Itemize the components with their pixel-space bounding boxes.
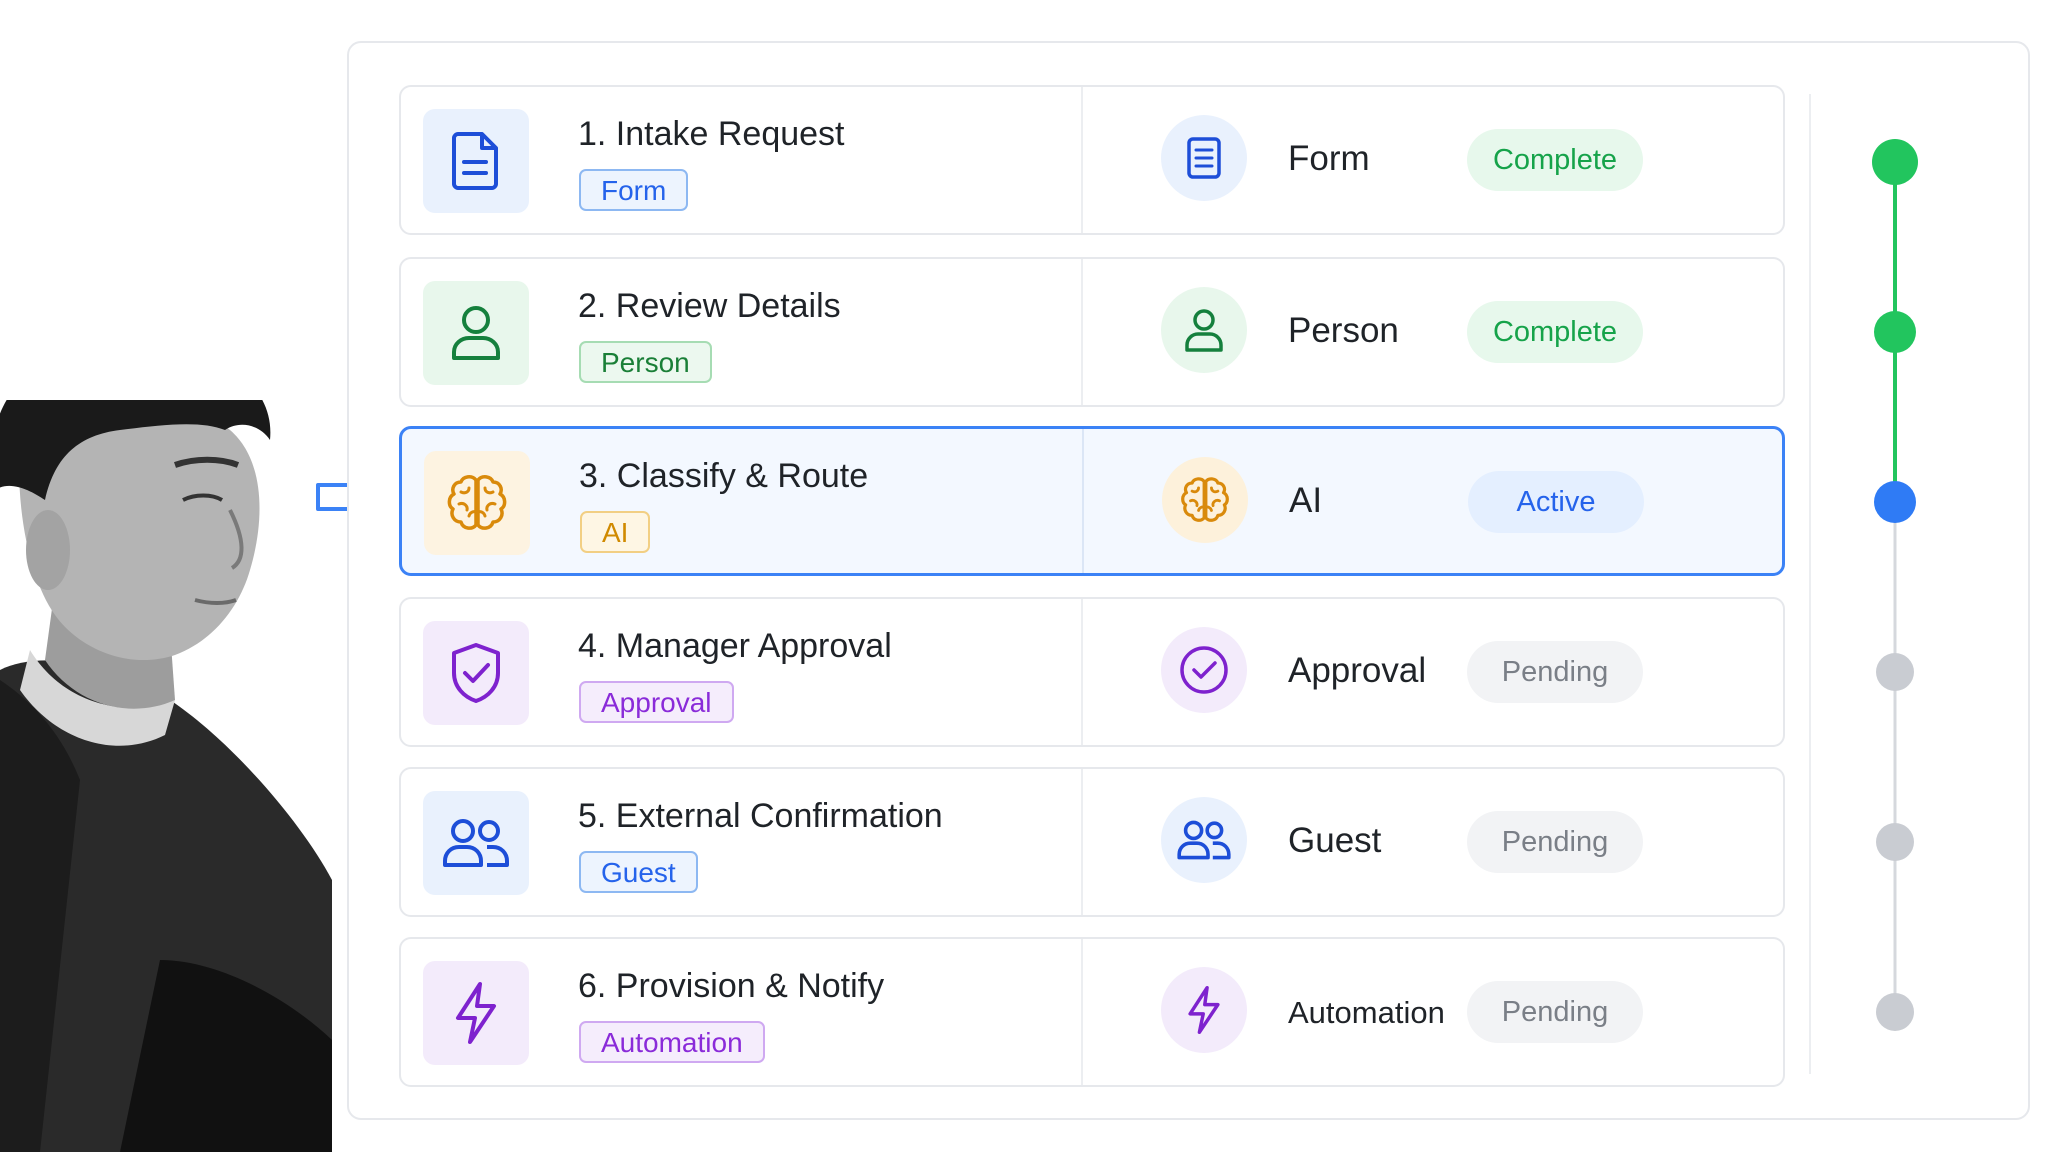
timeline-node-active (1874, 481, 1916, 523)
status-badge: Complete (1467, 301, 1643, 363)
shield-check-icon (452, 643, 500, 703)
type-icon-circle (1161, 627, 1247, 713)
type-chip: Person (579, 341, 712, 383)
users-icon (443, 819, 509, 867)
card-divider (1081, 87, 1083, 233)
step-icon-tile (423, 961, 529, 1065)
step-icon-tile (423, 791, 529, 895)
type-chip: Automation (579, 1021, 765, 1063)
person-icon (452, 306, 500, 360)
step-icon-tile (423, 109, 529, 213)
card-divider (1081, 939, 1083, 1085)
users-icon (1177, 820, 1231, 860)
step-icon-tile (424, 451, 530, 555)
step-icon-tile (423, 281, 529, 385)
type-chip: Approval (579, 681, 734, 723)
lightning-icon (1188, 985, 1220, 1035)
type-icon-circle (1162, 457, 1248, 543)
type-label: AI (1289, 481, 1323, 520)
type-icon-circle (1161, 115, 1247, 201)
step-title: 4. Manager Approval (578, 627, 892, 665)
step-card-review-details[interactable]: 2. Review Details Person Person Complete (399, 257, 1785, 407)
status-badge: Active (1468, 471, 1644, 533)
lightning-icon (456, 982, 496, 1044)
brain-icon (447, 475, 507, 530)
status-badge: Complete (1467, 129, 1643, 191)
document-icon (452, 132, 498, 190)
card-divider (1081, 259, 1083, 405)
step-card-provision-notify[interactable]: 6. Provision & Notify Automation Automat… (399, 937, 1785, 1087)
status-badge: Pending (1467, 641, 1643, 703)
type-chip: Form (579, 169, 689, 211)
check-circle-icon (1180, 646, 1228, 694)
card-divider (1081, 599, 1083, 745)
card-divider (1081, 769, 1083, 915)
brain-icon (1181, 477, 1229, 522)
timeline-node-pending (1876, 653, 1914, 691)
step-card-external-confirmation[interactable]: 5. External Confirmation Guest Guest Pen… (399, 767, 1785, 917)
form-icon (1187, 137, 1221, 179)
type-chip: AI (580, 511, 651, 553)
step-title: 1. Intake Request (578, 115, 845, 153)
step-card-intake-request[interactable]: 1. Intake Request Form Form Complete (399, 85, 1785, 235)
timeline-node-pending (1876, 993, 1914, 1031)
person-icon (1185, 309, 1223, 352)
step-title: 2. Review Details (578, 287, 841, 325)
status-badge: Pending (1467, 811, 1643, 873)
type-label: Form (1288, 139, 1370, 178)
step-title: 6. Provision & Notify (578, 967, 885, 1005)
type-label: Automation (1288, 995, 1445, 1030)
status-badge: Pending (1467, 981, 1643, 1043)
step-card-classify-route[interactable]: 3. Classify & Route AI AI Active (399, 426, 1785, 576)
timeline-node-complete (1872, 139, 1918, 185)
card-divider (1082, 429, 1084, 573)
person-photo (0, 400, 332, 1152)
type-icon-circle (1161, 797, 1247, 883)
type-label: Person (1288, 311, 1399, 350)
timeline-divider (1809, 94, 1811, 1074)
step-title: 3. Classify & Route (579, 457, 869, 495)
timeline-track (1872, 139, 1918, 1031)
type-icon-circle (1161, 287, 1247, 373)
type-label: Guest (1288, 821, 1382, 860)
step-title: 5. External Confirmation (578, 797, 943, 835)
step-icon-tile (423, 621, 529, 725)
type-icon-circle (1161, 967, 1247, 1053)
type-chip: Guest (579, 851, 698, 893)
timeline-node-complete (1874, 311, 1916, 353)
progress-timeline (1860, 120, 1930, 1040)
timeline-node-pending (1876, 823, 1914, 861)
type-label: Approval (1288, 651, 1427, 690)
step-card-manager-approval[interactable]: 4. Manager Approval Approval Approval Pe… (399, 597, 1785, 747)
